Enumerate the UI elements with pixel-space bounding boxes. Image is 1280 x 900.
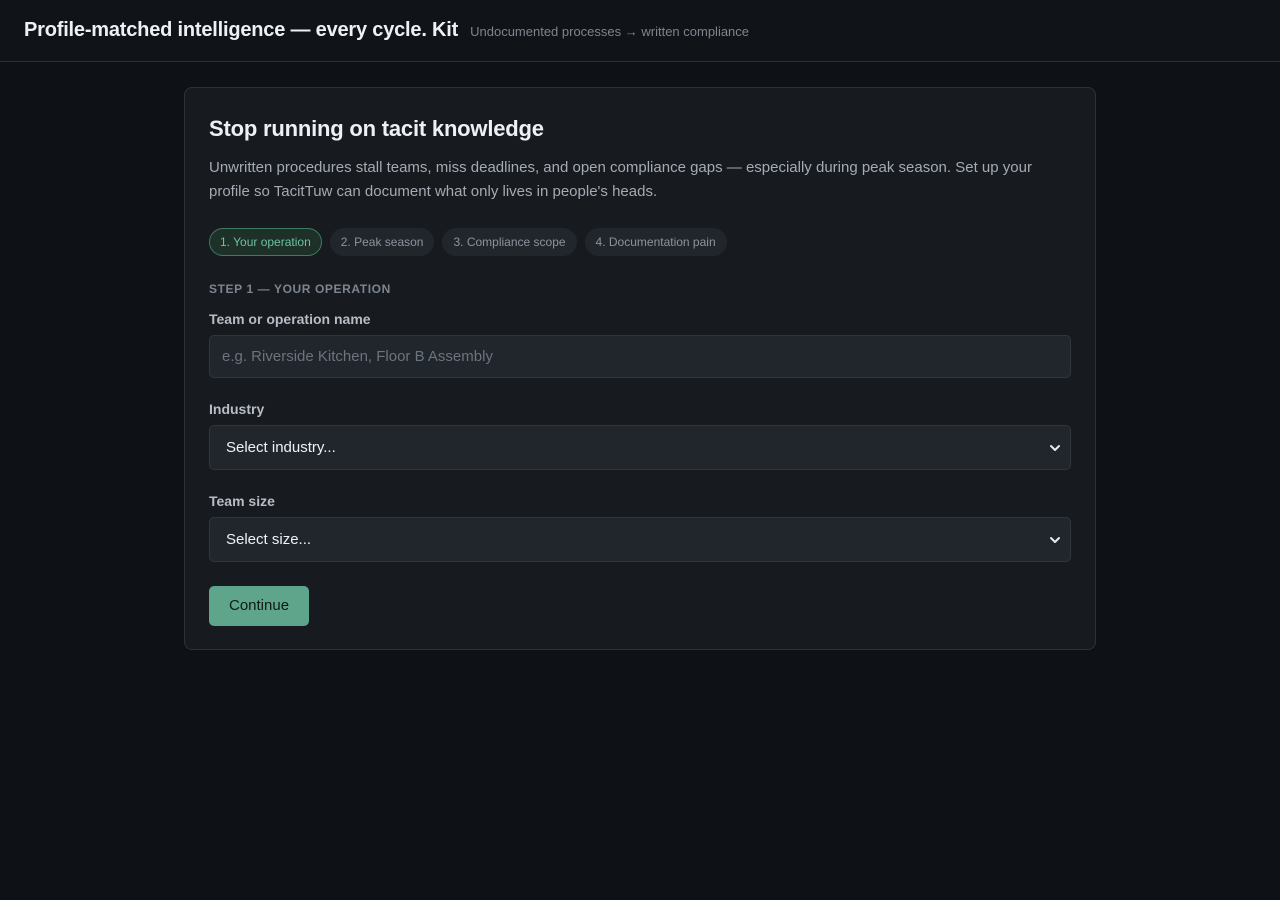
app-tagline: Undocumented processes → written complia… — [470, 24, 750, 39]
team-size-label: Team size — [209, 493, 275, 509]
team-name-input[interactable]: e.g. Riverside Kitchen, Floor B Assembly — [209, 335, 1071, 378]
chevron-down-icon — [1048, 533, 1062, 547]
step-documentation-pain[interactable]: 4. Documentation pain — [584, 228, 727, 256]
step-compliance-scope[interactable]: 3. Compliance scope — [442, 228, 577, 256]
team-size-select[interactable]: Select size... — [209, 517, 1071, 562]
top-bar: Profile-matched intelligence — every cyc… — [0, 0, 1280, 62]
chevron-down-icon — [1048, 441, 1062, 455]
step-your-operation[interactable]: 1. Your operation — [209, 228, 322, 256]
team-size-select-value: Select size... — [226, 531, 312, 548]
onboarding-card: Stop running on tacit knowledge Unwritte… — [184, 87, 1096, 650]
card-heading: Stop running on tacit knowledge — [209, 116, 544, 141]
app-title: Profile-matched intelligence — every cyc… — [24, 19, 459, 41]
step-peak-season[interactable]: 2. Peak season — [329, 228, 435, 256]
industry-select[interactable]: Select industry... — [209, 425, 1071, 470]
team-name-label: Team or operation name — [209, 311, 371, 327]
continue-button[interactable]: Continue — [209, 586, 310, 626]
industry-label: Industry — [209, 401, 265, 417]
step-indicator: 1. Your operation 2. Peak season 3. Comp… — [209, 228, 1071, 256]
card-intro: Unwritten procedures stall teams, miss d… — [209, 159, 1032, 200]
industry-select-value: Select industry... — [226, 439, 336, 456]
section-label: STEP 1 — YOUR OPERATION — [209, 282, 391, 296]
